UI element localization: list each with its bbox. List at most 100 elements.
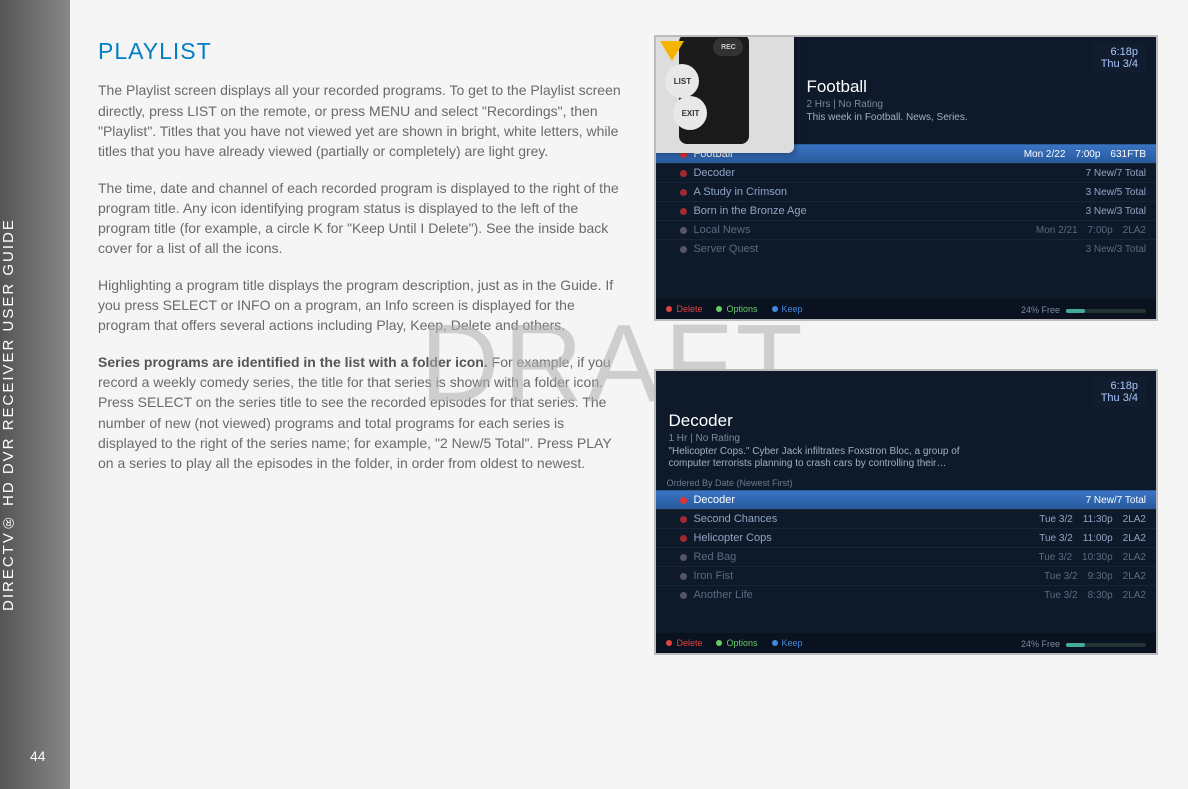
record-dot-icon bbox=[680, 554, 687, 561]
ss1-progress bbox=[1066, 309, 1146, 313]
row-cell: 631FTB bbox=[1110, 149, 1146, 160]
ss2-info-title: Decoder bbox=[668, 411, 1146, 431]
ss1-footer: Delete Options Keep 24% Free bbox=[656, 299, 1156, 319]
row-title: Local News bbox=[693, 224, 750, 236]
ss2-info-desc: "Helicopter Cops." Cyber Jack infiltrate… bbox=[668, 446, 998, 470]
row-title: Red Bag bbox=[693, 551, 736, 563]
remote-rec-button: REC bbox=[713, 38, 743, 56]
row-title: Decoder bbox=[693, 494, 735, 506]
ss2-order: Ordered By Date (Newest First) bbox=[656, 478, 1156, 490]
record-dot-icon bbox=[680, 516, 687, 523]
row-cell: Tue 3/2 bbox=[1039, 514, 1073, 525]
row-title: A Study in Crimson bbox=[693, 186, 787, 198]
paragraph-4-lead: Series programs are identified in the li… bbox=[98, 354, 488, 370]
row-cell: 2LA2 bbox=[1123, 225, 1146, 236]
arrow-callout-icon bbox=[660, 41, 684, 61]
playlist-screenshot-2: 6:18p Thu 3/4 Decoder 1 Hr | No Rating "… bbox=[654, 369, 1158, 655]
row-cell: 3 New/5 Total bbox=[1086, 187, 1146, 198]
list-row[interactable]: A Study in Crimson 3 New/5 Total bbox=[656, 182, 1156, 201]
ss2-info: Decoder 1 Hr | No Rating "Helicopter Cop… bbox=[668, 411, 1146, 470]
record-dot-icon bbox=[680, 189, 687, 196]
list-row[interactable]: Another Life Tue 3/2 8:30p 2LA2 bbox=[656, 585, 1156, 604]
row-cell: 8:30p bbox=[1088, 590, 1113, 601]
row-cell: 7 New/7 Total bbox=[1086, 168, 1146, 179]
page-title: PLAYLIST bbox=[98, 35, 626, 68]
ss2-footer-keep: Keep bbox=[782, 638, 803, 648]
paragraph-1: The Playlist screen displays all your re… bbox=[98, 80, 626, 161]
list-row[interactable]: Local NewsMon 2/217:00p2LA2 bbox=[656, 220, 1156, 239]
row-cell: 11:30p bbox=[1083, 514, 1113, 525]
paragraph-4-rest: For example, if you record a weekly come… bbox=[98, 354, 611, 471]
row-cell: Tue 3/2 bbox=[1044, 571, 1078, 582]
remote-list-button: LIST bbox=[665, 64, 699, 98]
row-cell: 2LA2 bbox=[1123, 590, 1146, 601]
row-cell: Tue 3/2 bbox=[1044, 590, 1078, 601]
row-title: Another Life bbox=[693, 589, 752, 601]
ss2-rows: Decoder 7 New/7 Total Second Chances Tue 3/… bbox=[656, 490, 1156, 604]
row-cell: 3 New/3 Total bbox=[1086, 206, 1146, 217]
row-cell: 11:00p bbox=[1083, 533, 1113, 544]
record-dot-icon bbox=[680, 246, 687, 253]
ss1-footer-options: Options bbox=[726, 304, 757, 314]
ss1-footer-delete: Delete bbox=[676, 304, 702, 314]
list-row[interactable]: Second Chances Tue 3/2 11:30p 2LA2 bbox=[656, 509, 1156, 528]
row-cell: Tue 3/2 bbox=[1039, 533, 1073, 544]
list-row[interactable]: Decoder 7 New/7 Total bbox=[656, 163, 1156, 182]
row-cell: 7 New/7 Total bbox=[1086, 495, 1146, 506]
ss2-list: Ordered By Date (Newest First) Decoder 7 … bbox=[656, 478, 1156, 604]
row-cell: 2LA2 bbox=[1123, 552, 1146, 563]
remote-overlay: REC LIST EXIT bbox=[654, 35, 794, 153]
spine: DIRECTV® HD DVR RECEIVER USER GUIDE bbox=[0, 0, 70, 789]
row-title: Born in the Bronze Age bbox=[693, 205, 806, 217]
right-column: REC LIST EXIT 6:18p Thu 3/4 Football 2 H… bbox=[654, 35, 1158, 655]
ss1-info: Football 2 Hrs | No Rating This week in … bbox=[806, 77, 1146, 124]
record-dot-icon bbox=[680, 535, 687, 542]
record-dot-icon bbox=[680, 170, 687, 177]
clock-box-2: 6:18p Thu 3/4 bbox=[1093, 377, 1146, 407]
clock-time-2: 6:18p bbox=[1101, 380, 1138, 392]
row-title: Server Quest bbox=[693, 243, 758, 255]
record-dot-icon bbox=[680, 227, 687, 234]
list-row[interactable]: Helicopter CopsTue 3/211:00p2LA2 bbox=[656, 528, 1156, 547]
clock-time: 6:18p bbox=[1101, 46, 1138, 58]
row-cell: 7:00p bbox=[1088, 225, 1113, 236]
record-dot-icon bbox=[680, 497, 687, 504]
paragraph-4: Series programs are identified in the li… bbox=[98, 352, 626, 474]
remote-exit-button: EXIT bbox=[673, 96, 707, 130]
ss1-info-desc: This week in Football. News, Series. bbox=[806, 112, 1146, 124]
clock-box: 6:18p Thu 3/4 bbox=[1093, 43, 1146, 73]
list-row[interactable]: Decoder 7 New/7 Total bbox=[656, 490, 1156, 509]
row-title: Second Chances bbox=[693, 513, 777, 525]
ss2-footer-free: 24% Free bbox=[1021, 639, 1060, 649]
ss1-rows: FootballMon 2/227:00p631FTBDecoder7 New/… bbox=[656, 144, 1156, 258]
clock-date: Thu 3/4 bbox=[1101, 58, 1138, 70]
row-title: Helicopter Cops bbox=[693, 532, 771, 544]
row-cell: 10:30p bbox=[1082, 552, 1113, 563]
ss2-info-sub: 1 Hr | No Rating bbox=[668, 433, 1146, 444]
ss1-info-title: Football bbox=[806, 77, 1146, 97]
ss2-footer-options: Options bbox=[726, 638, 757, 648]
ss2-footer: Delete Options Keep 24% Free bbox=[656, 633, 1156, 653]
row-title: Decoder bbox=[693, 167, 735, 179]
ss2-footer-delete: Delete bbox=[676, 638, 702, 648]
row-cell: Tue 3/2 bbox=[1039, 552, 1073, 563]
record-dot-icon bbox=[680, 592, 687, 599]
content: PLAYLIST The Playlist screen displays al… bbox=[92, 0, 1188, 675]
list-row[interactable]: Born in the Bronze Age 3 New/3 Total bbox=[656, 201, 1156, 220]
row-cell: 2LA2 bbox=[1123, 514, 1146, 525]
remote-body: REC LIST EXIT bbox=[679, 35, 749, 144]
page-number: 44 bbox=[30, 748, 46, 764]
list-row[interactable]: Red Bag Tue 3/2 10:30p 2LA2 bbox=[656, 547, 1156, 566]
record-dot-icon bbox=[680, 208, 687, 215]
paragraph-3: Highlighting a program title displays th… bbox=[98, 275, 626, 336]
record-dot-icon bbox=[680, 573, 687, 580]
left-column: PLAYLIST The Playlist screen displays al… bbox=[98, 35, 626, 655]
list-row[interactable]: Server Quest3 New/3 Total bbox=[656, 239, 1156, 258]
row-title: Iron Fist bbox=[693, 570, 733, 582]
row-cell: 2LA2 bbox=[1123, 571, 1146, 582]
list-row[interactable]: Iron Fist Tue 3/2 9:30p 2LA2 bbox=[656, 566, 1156, 585]
ss2-header: 6:18p Thu 3/4 bbox=[656, 371, 1156, 407]
row-cell: 7:00p bbox=[1075, 149, 1100, 160]
row-cell: 9:30p bbox=[1088, 571, 1113, 582]
ss1-info-sub: 2 Hrs | No Rating bbox=[806, 99, 1146, 110]
